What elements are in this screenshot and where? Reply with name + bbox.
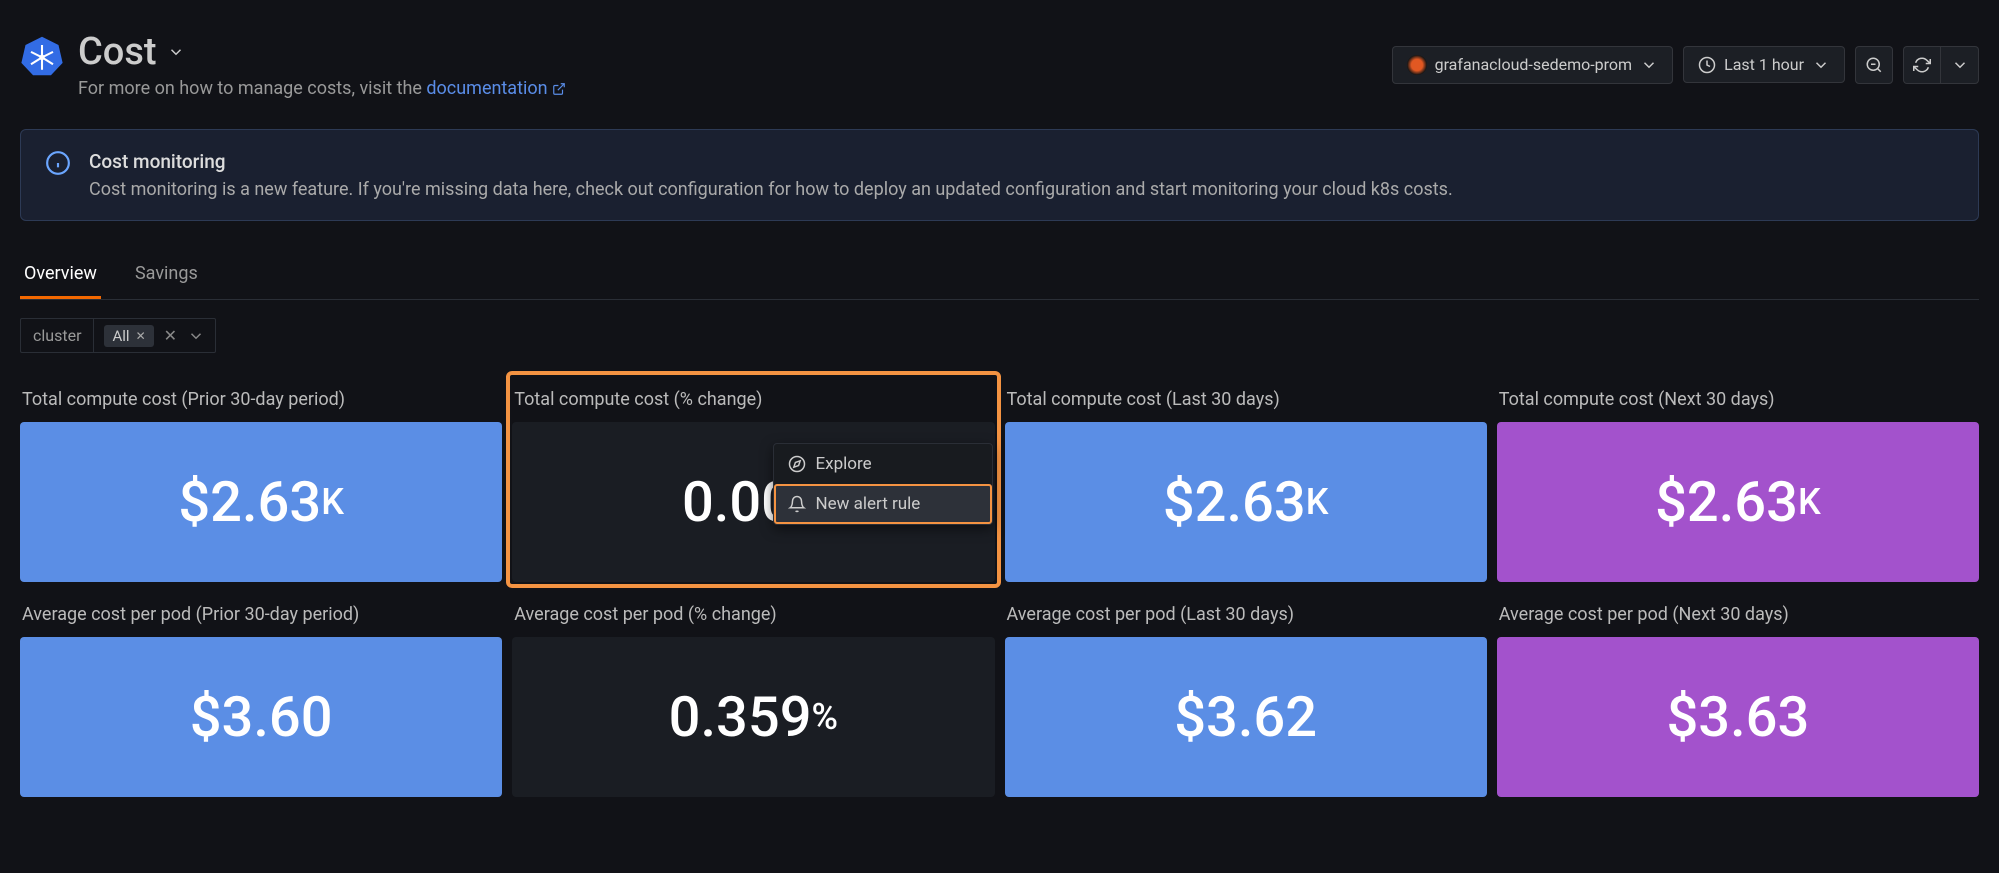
panel-avg-last: Average cost per pod (Last 30 days) $3.6… <box>1005 592 1487 797</box>
menu-item-explore[interactable]: Explore <box>774 444 992 484</box>
stat-value: $2.63K <box>1497 422 1979 582</box>
chevron-down-icon <box>167 43 185 61</box>
refresh-button[interactable] <box>1903 46 1941 84</box>
prometheus-icon <box>1407 55 1427 75</box>
tab-overview[interactable]: Overview <box>20 251 101 299</box>
tabs: Overview Savings <box>20 251 1979 300</box>
header-right: grafanacloud-sedemo-prom Last 1 hour <box>1392 46 1979 84</box>
header-left: Cost For more on how to manage costs, vi… <box>20 30 566 99</box>
panel-total-change: Total compute cost (% change) 0.003 Expl… <box>506 371 1000 588</box>
bell-icon <box>788 495 806 513</box>
compass-icon <box>788 455 806 473</box>
panel-total-last: Total compute cost (Last 30 days) $2.63K <box>1005 377 1487 582</box>
time-range-picker[interactable]: Last 1 hour <box>1683 46 1845 83</box>
chevron-down-icon <box>1812 56 1830 74</box>
stat-value: $2.63K <box>20 422 502 582</box>
datasource-picker[interactable]: grafanacloud-sedemo-prom <box>1392 46 1674 84</box>
info-icon <box>45 150 71 176</box>
refresh-interval-dropdown[interactable] <box>1941 46 1979 84</box>
page-subtitle: For more on how to manage costs, visit t… <box>78 78 566 99</box>
stat-value: $2.63K <box>1005 422 1487 582</box>
panel-total-prior: Total compute cost (Prior 30-day period)… <box>20 377 502 582</box>
panel-total-next: Total compute cost (Next 30 days) $2.63K <box>1497 377 1979 582</box>
filter-row: cluster All ✕ ✕ <box>20 318 1979 353</box>
chevron-down-icon <box>187 327 205 345</box>
external-link-icon <box>552 82 566 96</box>
documentation-link[interactable]: documentation <box>426 78 566 99</box>
clock-icon <box>1698 56 1716 74</box>
stat-value: $3.62 <box>1005 637 1487 797</box>
info-banner: Cost monitoring Cost monitoring is a new… <box>20 129 1979 221</box>
page-title: Cost <box>78 30 157 74</box>
zoom-out-icon <box>1865 56 1883 74</box>
tab-savings[interactable]: Savings <box>131 251 202 299</box>
panel-avg-change: Average cost per pod (% change) 0.359% <box>512 592 994 797</box>
chevron-down-icon <box>1640 56 1658 74</box>
clear-filter-icon[interactable]: ✕ <box>164 326 177 345</box>
stat-value: $3.63 <box>1497 637 1979 797</box>
filter-value-cluster[interactable]: All ✕ ✕ <box>93 318 216 353</box>
kubernetes-icon <box>20 34 64 78</box>
refresh-icon <box>1913 56 1931 74</box>
filter-label-cluster: cluster <box>20 318 93 353</box>
dashboard-header: Cost For more on how to manage costs, vi… <box>0 0 1999 99</box>
panel-grid: Total compute cost (Prior 30-day period)… <box>20 377 1979 797</box>
chevron-down-icon <box>1951 56 1969 74</box>
zoom-out-button[interactable] <box>1855 46 1893 84</box>
panel-context-menu: Explore New alert rule <box>773 443 993 525</box>
stat-value: 0.359% <box>512 637 994 797</box>
page-title-dropdown[interactable]: Cost <box>78 30 566 74</box>
stat-value: $3.60 <box>20 637 502 797</box>
filter-chip-all[interactable]: All ✕ <box>104 325 153 347</box>
chip-remove-icon[interactable]: ✕ <box>136 329 146 343</box>
banner-title: Cost monitoring <box>89 150 1453 173</box>
menu-item-new-alert[interactable]: New alert rule <box>774 484 992 524</box>
panel-avg-next: Average cost per pod (Next 30 days) $3.6… <box>1497 592 1979 797</box>
banner-body: Cost monitoring is a new feature. If you… <box>89 179 1453 200</box>
panel-avg-prior: Average cost per pod (Prior 30-day perio… <box>20 592 502 797</box>
